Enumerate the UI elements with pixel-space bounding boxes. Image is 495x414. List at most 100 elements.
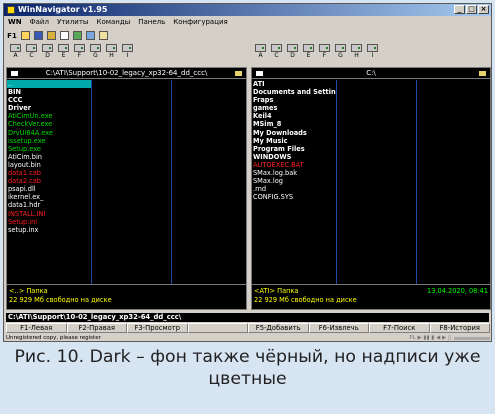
file-item[interactable]: data1.cab (7, 169, 91, 177)
minimize-button[interactable]: _ (454, 5, 465, 14)
tools-icon[interactable] (47, 31, 56, 40)
drive-i-button[interactable]: I (121, 44, 134, 62)
hard-drive-icon (287, 44, 298, 52)
f8-history-button[interactable]: F8-История (429, 323, 490, 333)
file-item[interactable]: data1.hdr (7, 201, 91, 209)
drive-f-button[interactable]: F (73, 44, 86, 62)
drive-d-button[interactable]: D (286, 44, 299, 62)
menu-panel[interactable]: Панель (138, 17, 165, 28)
player-seek-bar[interactable] (454, 336, 490, 340)
file-item[interactable]: AtiCimUn.exe (7, 112, 91, 120)
drive-c-button[interactable]: C (270, 44, 283, 62)
file-item[interactable]: ikernel.ex_ (7, 193, 91, 201)
save-icon[interactable] (34, 31, 43, 40)
f1-left-button[interactable]: F1-Левая (6, 323, 67, 333)
file-item[interactable]: games (252, 104, 336, 112)
folder-icon[interactable] (235, 71, 242, 76)
menu-file[interactable]: Файл (30, 17, 49, 28)
media-player-controls[interactable]: PL ▶ ▮▮ ▮ ◀ ▶ ▯ (409, 334, 490, 341)
menu-utilities[interactable]: Утилиты (57, 17, 89, 28)
player-buttons[interactable]: PL ▶ ▮▮ ▮ ◀ ▶ ▯ (409, 334, 451, 341)
folder-icon[interactable] (99, 31, 108, 40)
panel-menu-icon[interactable] (11, 71, 18, 76)
selected-info: <..> Папка (9, 287, 48, 295)
close-button[interactable]: × (478, 5, 489, 14)
file-item[interactable]: CONFIG.SYS (252, 193, 336, 201)
title-bar[interactable]: WinNavigator v1.95 _ □ × (4, 4, 491, 16)
file-item[interactable]: Program Files (252, 145, 336, 153)
drive-a-button[interactable]: A (254, 44, 267, 62)
drive-g-button[interactable]: G (334, 44, 347, 62)
f1-help-button[interactable]: F1 (7, 31, 17, 41)
f5-add-button[interactable]: F5-Добавить (248, 323, 309, 333)
hard-drive-icon (303, 44, 314, 52)
drive-i-button[interactable]: I (366, 44, 379, 62)
file-item[interactable]: setup.inx (7, 226, 91, 234)
hard-drive-icon (319, 44, 330, 52)
hard-drive-icon (74, 44, 85, 52)
right-file-list[interactable]: ATI Documents and Settin Fraps games Kei… (252, 80, 490, 284)
registration-status: Unregistered copy, please register (6, 335, 101, 341)
folder-icon[interactable] (479, 71, 486, 76)
file-item[interactable]: ATI (252, 80, 336, 88)
file-item[interactable]: layout.bin (7, 161, 91, 169)
panel-menu-icon[interactable] (256, 71, 263, 76)
command-line[interactable]: C:\ATI\Support\10-02_legacy_xp32-64_dd_c… (6, 313, 489, 322)
file-item[interactable]: BIN (7, 88, 91, 96)
window-controls: _ □ × (454, 5, 489, 14)
drive-a-button[interactable]: A (9, 44, 22, 62)
file-item[interactable]: issetup.exe (7, 137, 91, 145)
menu-wn[interactable]: WN (8, 17, 22, 28)
file-item[interactable]: Keil4 (252, 112, 336, 120)
file-item[interactable]: Setup.ini (7, 218, 91, 226)
left-panel[interactable]: C:\ATI\Support\10-02_legacy_xp32-64_dd_c… (6, 67, 247, 310)
view-icon[interactable] (60, 31, 69, 40)
drive-h-button[interactable]: H (350, 44, 363, 62)
drive-c-button[interactable]: C (25, 44, 38, 62)
file-item[interactable]: My Downloads (252, 129, 336, 137)
free-space: 22 929 Мб свободно на диске (9, 296, 112, 304)
file-column: ATI Documents and Settin Fraps games Kei… (252, 80, 337, 284)
file-item[interactable]: MSim_8 (252, 120, 336, 128)
file-item[interactable]: INSTALL.INI (7, 210, 91, 218)
file-item[interactable]: SMax.log (252, 177, 336, 185)
maximize-button[interactable]: □ (466, 5, 477, 14)
f3-view-button[interactable]: F3-Просмотр (127, 323, 188, 333)
menu-configuration[interactable]: Конфигурация (173, 17, 227, 28)
window-icon[interactable] (86, 31, 95, 40)
menu-commands[interactable]: Команды (96, 17, 130, 28)
f7-search-button[interactable]: F7-Поиск (369, 323, 430, 333)
left-drive-bar: A C D E F G H I (9, 44, 134, 64)
file-item[interactable]: Fraps (252, 96, 336, 104)
file-item[interactable]: AtiCim.bin (7, 153, 91, 161)
f4-button[interactable] (187, 323, 248, 333)
app-window: WinNavigator v1.95 _ □ × WN Файл Утилиты… (3, 3, 492, 342)
f6-extract-button[interactable]: F6-Извлечь (308, 323, 369, 333)
drive-f-button[interactable]: F (318, 44, 331, 62)
drive-e-button[interactable]: E (302, 44, 315, 62)
file-item[interactable]: Driver (7, 104, 91, 112)
f2-right-button[interactable]: F2-Правая (66, 323, 127, 333)
extract-icon[interactable] (73, 31, 82, 40)
file-item[interactable]: .rnd (252, 185, 336, 193)
file-item[interactable]: My Music (252, 137, 336, 145)
file-item[interactable]: AUTOEXEC.BAT (252, 161, 336, 169)
hard-drive-icon (335, 44, 346, 52)
file-item[interactable]: DrvUl64A.exe (7, 129, 91, 137)
drive-h-button[interactable]: H (105, 44, 118, 62)
drive-g-button[interactable]: G (89, 44, 102, 62)
file-item[interactable]: CCC (7, 96, 91, 104)
file-item[interactable]: CheckVer.exe (7, 120, 91, 128)
right-panel[interactable]: C:\ ATI Documents and Settin Fraps games… (251, 67, 491, 310)
file-item[interactable]: WINDOWS (252, 153, 336, 161)
file-item[interactable]: .. (7, 80, 91, 89)
file-item[interactable]: psapi.dll (7, 185, 91, 193)
file-item[interactable]: SMax.log.bak (252, 169, 336, 177)
file-item[interactable]: Setup.exe (7, 145, 91, 153)
drive-d-button[interactable]: D (41, 44, 54, 62)
open-icon[interactable] (21, 31, 30, 40)
file-item[interactable]: Documents and Settin (252, 88, 336, 96)
left-file-list[interactable]: .. BIN CCC Driver AtiCimUn.exe CheckVer.… (7, 80, 246, 284)
file-item[interactable]: data2.cab (7, 177, 91, 185)
drive-e-button[interactable]: E (57, 44, 70, 62)
